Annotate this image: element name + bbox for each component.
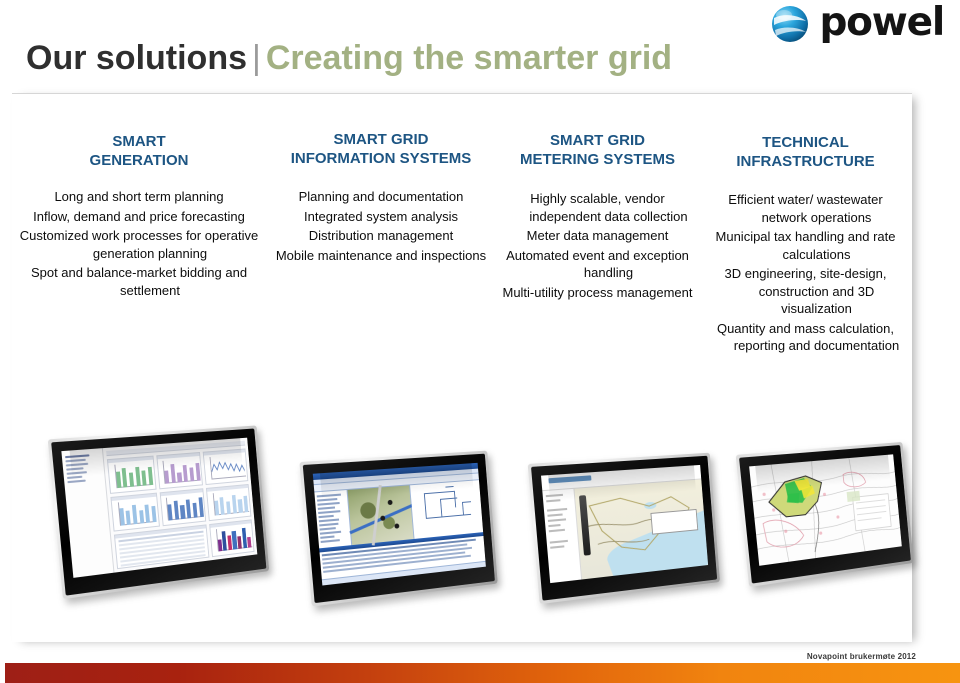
column-smart-grid-metering-systems: SMART GRID METERING SYSTEMS Highly scala… (496, 93, 699, 303)
list-item: Mobile maintenance and inspections (275, 247, 487, 263)
monitor-smart-generation-dashboard (47, 425, 270, 600)
list-item: Quantity and mass calculation, reporting… (716, 320, 900, 354)
list-item: Distribution management (308, 228, 454, 243)
list-item: Multi-utility process management (502, 284, 693, 300)
list-item: Long and short term planning (54, 189, 224, 204)
column-heading: SMART GRID METERING SYSTEMS (519, 132, 676, 168)
page-title: Our solutions | Creating the smarter grid (26, 39, 673, 77)
list-item: Efficient water/ wastewater network oper… (728, 192, 883, 225)
column-body: Long and short term planning Inflow, dem… (18, 188, 260, 299)
column-body: Highly scalable, vendor independent data… (502, 190, 693, 301)
monitor-grid-information-gis (299, 450, 498, 607)
column-body: Efficient water/ wastewater network oper… (705, 191, 906, 355)
page-title-primary: Our solutions (26, 39, 247, 77)
product-screenshots (12, 425, 942, 645)
monitor-metering-web-map (527, 452, 720, 605)
list-item: Planning and documentation (298, 189, 464, 204)
footer-event-label: Novapoint brukermøte 2012 (806, 652, 916, 661)
list-item: Customized work processes for operative … (19, 228, 259, 261)
column-heading: SMART GENERATION (89, 133, 189, 169)
list-item: Inflow, demand and price forecasting (33, 208, 245, 224)
list-item: Highly scalable, vendor independent data… (529, 191, 688, 224)
page-title-separator: | (252, 39, 261, 77)
list-item: Automated event and exception handling (506, 247, 689, 281)
list-item: Meter data management (526, 228, 669, 243)
powel-wordmark: powel (819, 0, 945, 45)
page-title-secondary: Creating the smarter grid (265, 39, 673, 77)
column-heading: SMART GRID INFORMATION SYSTEMS (290, 131, 472, 167)
list-item: 3D engineering, site-design, constructio… (724, 266, 887, 316)
powel-sphere-logo (768, 2, 812, 46)
list-item: Municipal tax handling and rate calculat… (715, 229, 896, 262)
column-body: Planning and documentation Integrated sy… (272, 188, 490, 264)
column-heading: TECHNICAL INFRASTRUCTURE (736, 134, 875, 170)
column-smart-generation: SMART GENERATION Long and short term pla… (12, 93, 266, 301)
list-item: Integrated system analysis (304, 208, 458, 224)
solution-columns: SMART GENERATION Long and short term pla… (12, 93, 912, 413)
column-technical-infrastructure: TECHNICAL INFRASTRUCTURE Efficient water… (699, 93, 912, 357)
powel-logo: powel (734, 0, 945, 46)
footer-accent-bar (5, 663, 960, 683)
slide-header: powel Our solutions | Creating the smarter… (0, 0, 960, 92)
column-smart-grid-information-systems: SMART GRID INFORMATION SYSTEMS Planning … (266, 93, 496, 266)
monitor-technical-infrastructure-cad (735, 441, 914, 588)
list-item: Spot and balance-market bidding and sett… (30, 265, 248, 298)
